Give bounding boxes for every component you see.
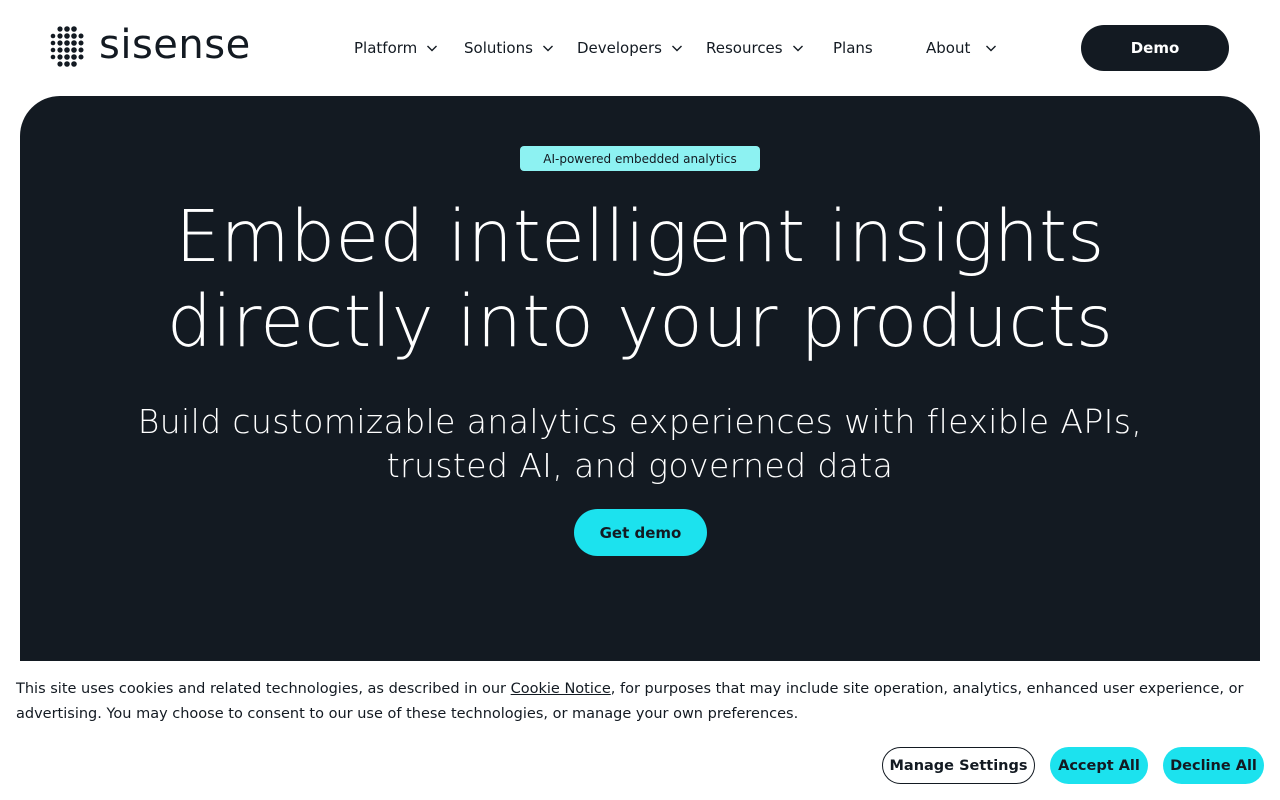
decline-all-button[interactable]: Decline All <box>1163 747 1264 784</box>
hero-title-line: directly into your products <box>166 280 1114 363</box>
chevron-down-icon <box>427 45 438 52</box>
manage-settings-button[interactable]: Manage Settings <box>882 747 1035 784</box>
site-header: sisense Platform Solutions Developers Re… <box>0 0 1280 96</box>
hero-subtitle-line: trusted AI, and governed data <box>386 446 894 485</box>
hero-subtitle: Build customizable analytics experiences… <box>20 400 1260 488</box>
chevron-down-icon <box>671 45 682 52</box>
nav-item-label: Platform <box>354 39 418 57</box>
nav-item-about[interactable]: About <box>926 36 997 60</box>
nav-item-plans[interactable]: Plans <box>833 36 873 60</box>
nav-item-label: Plans <box>833 39 873 57</box>
hero-subtitle-line: Build customizable analytics experiences… <box>137 402 1143 441</box>
nav-item-label: About <box>926 39 971 57</box>
accept-all-button[interactable]: Accept All <box>1050 747 1148 784</box>
nav-item-solutions[interactable]: Solutions <box>464 36 554 60</box>
hero-badge: AI-powered embedded analytics <box>520 146 760 171</box>
nav-item-platform[interactable]: Platform <box>354 36 438 60</box>
chevron-down-icon <box>986 45 997 52</box>
hero-section: AI-powered embedded analytics Embed inte… <box>20 96 1260 716</box>
nav-item-resources[interactable]: Resources <box>706 36 804 60</box>
cookie-notice-text: This site uses cookies and related techn… <box>16 677 1246 727</box>
hero-title-line: Embed intelligent insights <box>175 195 1105 278</box>
get-demo-button[interactable]: Get demo <box>574 509 707 556</box>
chevron-down-icon <box>542 45 553 52</box>
nav-item-developers[interactable]: Developers <box>577 36 683 60</box>
cookie-banner: This site uses cookies and related techn… <box>0 661 1280 800</box>
nav-item-label: Solutions <box>464 39 533 57</box>
cookie-notice-link[interactable]: Cookie Notice <box>511 681 611 697</box>
nav-item-label: Resources <box>706 39 783 57</box>
logo-wordmark: sisense <box>99 22 251 68</box>
chevron-down-icon <box>792 45 803 52</box>
demo-button[interactable]: Demo <box>1081 25 1229 71</box>
sisense-logo[interactable]: sisense <box>50 22 251 70</box>
sisense-dots-icon <box>50 26 84 67</box>
hero-title: Embed intelligent insights directly into… <box>20 194 1260 364</box>
nav-item-label: Developers <box>577 39 662 57</box>
cookie-text-before: This site uses cookies and related techn… <box>16 681 511 697</box>
